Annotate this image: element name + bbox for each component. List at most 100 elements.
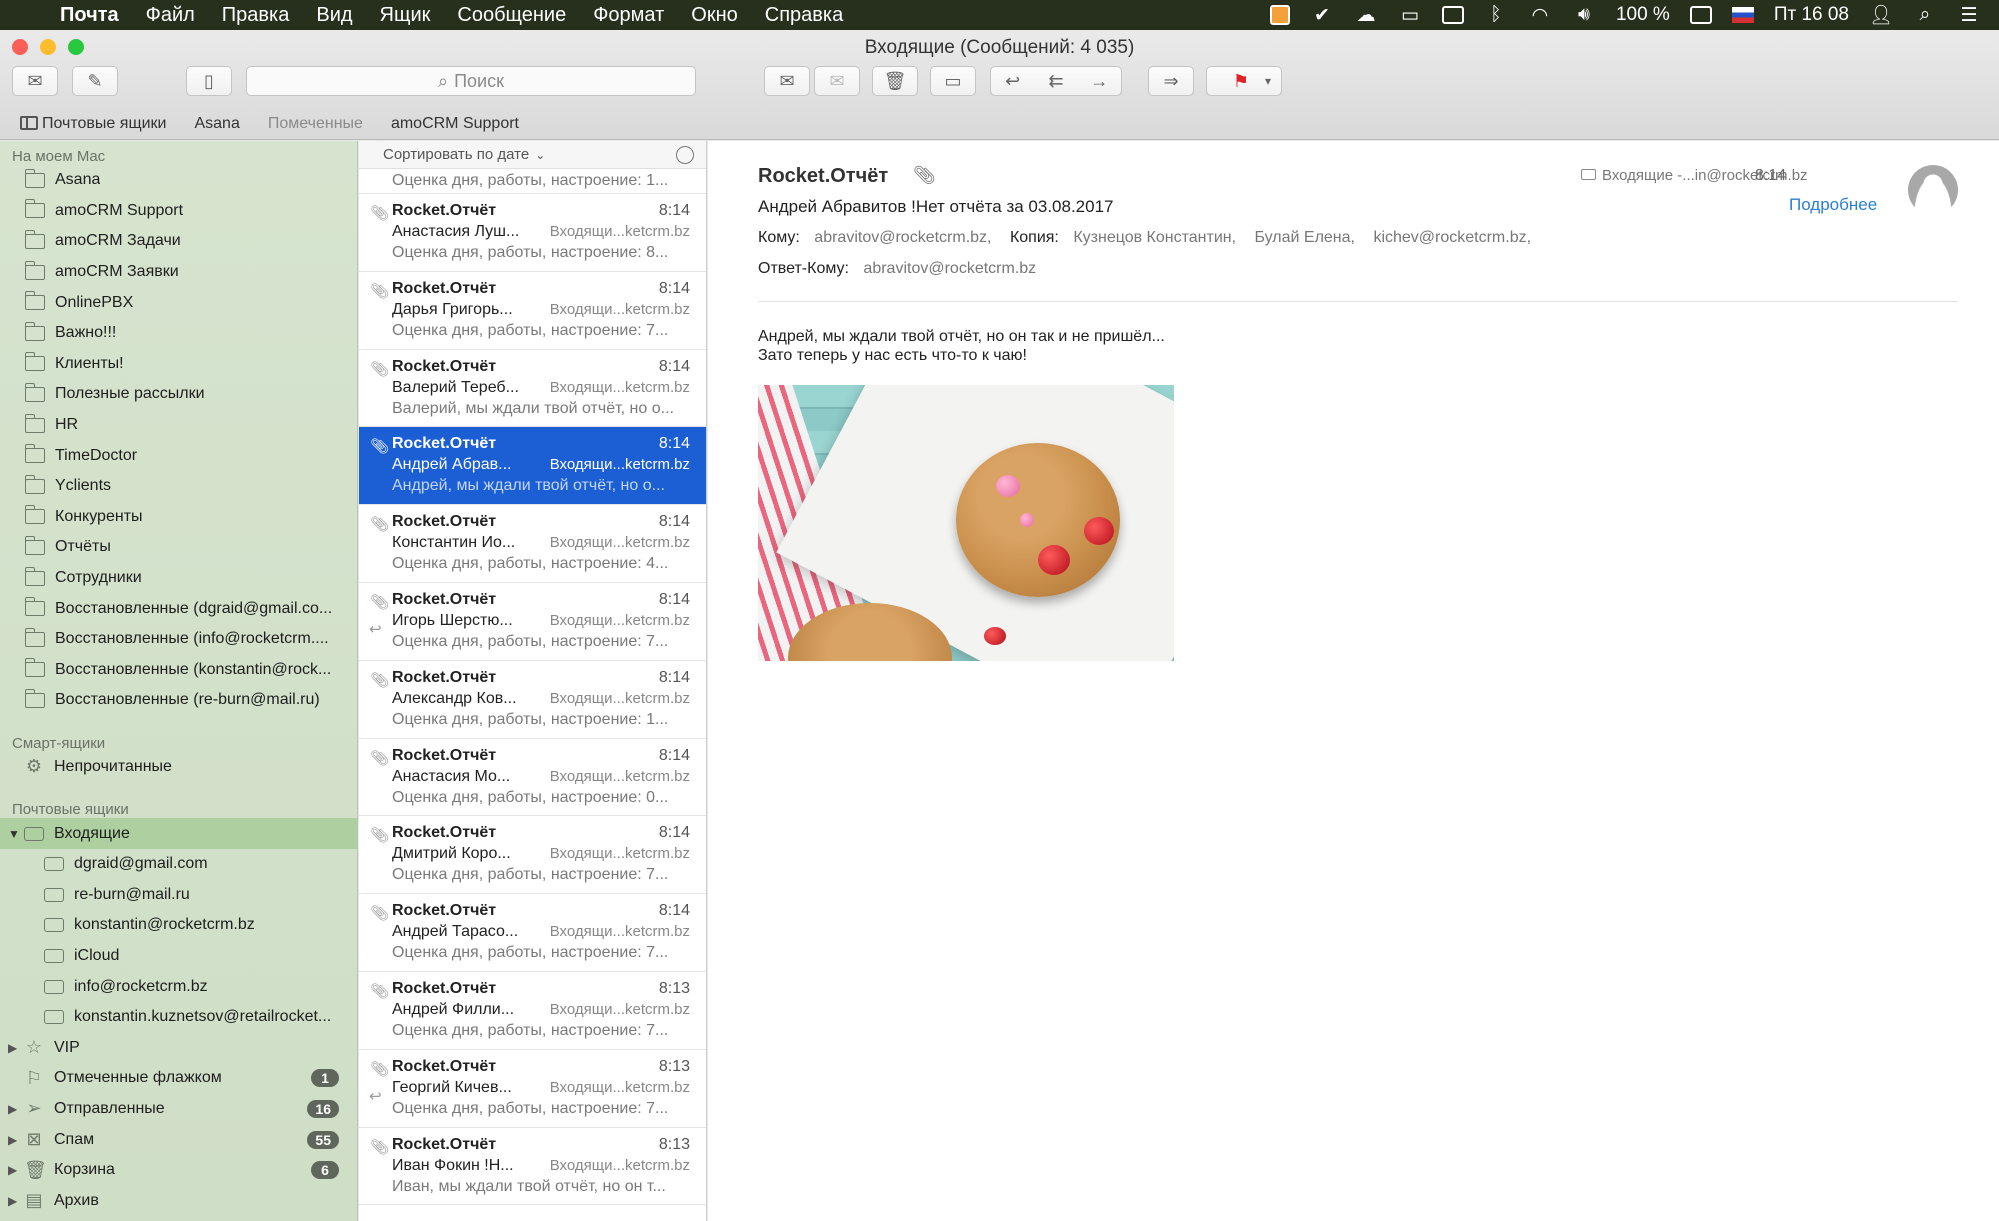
- sidebar-folder-item[interactable]: Asana: [0, 165, 357, 196]
- flag-button[interactable]: ⚑ ▾: [1206, 66, 1282, 96]
- sidebar-folder-item[interactable]: TimeDoctor: [0, 440, 357, 471]
- menu-view[interactable]: Вид: [316, 4, 352, 27]
- sidebar-inbox-account[interactable]: dgraid@gmail.com: [0, 849, 357, 880]
- disclosure-triangle-icon[interactable]: ▼: [8, 827, 20, 841]
- input-language-icon[interactable]: [1731, 7, 1754, 23]
- sidebar-item-trash[interactable]: ▶ 🗑︎ Корзина 6: [0, 1155, 357, 1186]
- disclosure-triangle-icon[interactable]: ▶: [8, 1194, 20, 1208]
- reply-icon[interactable]: ↩: [991, 71, 1034, 92]
- cc-recipient[interactable]: Кузнецов Константин,: [1073, 229, 1236, 246]
- cc-recipient[interactable]: Булай Елена,: [1254, 229, 1355, 246]
- sidebar-item-vip[interactable]: ▶ ☆ VIP: [0, 1032, 357, 1063]
- toggle-sidebar-button[interactable]: ▯: [186, 66, 232, 96]
- sidebar-inbox-account[interactable]: info@rocketcrm.bz: [0, 971, 357, 1002]
- sidebar-inbox-account[interactable]: konstantin@rocketcrm.bz: [0, 910, 357, 941]
- wifi-icon[interactable]: ◠: [1528, 5, 1552, 26]
- menu-app[interactable]: Почта: [60, 4, 119, 27]
- forward-icon[interactable]: →: [1078, 71, 1121, 92]
- sidebar-folder-item[interactable]: Клиенты!: [0, 349, 357, 380]
- junk-button[interactable]: ✉: [814, 66, 860, 96]
- reply-to-address[interactable]: abravitov@rocketcrm.bz: [863, 260, 1036, 277]
- table-row[interactable]: 📎︎ Rocket.Отчёт 8:14 Дмитрий Коро... Входящи…: [359, 816, 706, 895]
- get-mail-button[interactable]: ✉: [12, 66, 58, 96]
- app-status-icon[interactable]: [1269, 5, 1290, 25]
- filter-icon[interactable]: [676, 146, 694, 164]
- sidebar-folder-item[interactable]: OnlinePBX: [0, 287, 357, 318]
- sidebar-folder-item[interactable]: Важно!!!: [0, 318, 357, 349]
- sidebar-folder-item[interactable]: Конкуренты: [0, 502, 357, 533]
- notification-center-icon[interactable]: ☰: [1957, 5, 1981, 26]
- cookie-photo[interactable]: [758, 385, 1174, 661]
- favorite-flagged[interactable]: Помеченные: [268, 115, 363, 133]
- attachment-icon[interactable]: 📎︎: [913, 165, 936, 186]
- table-row[interactable]: 📎︎ Rocket.Отчёт 8:14 Анастасия Луш... Входящ…: [359, 194, 706, 272]
- menu-help[interactable]: Справка: [765, 4, 843, 27]
- sidebar-folder-item[interactable]: Yclients: [0, 471, 357, 502]
- disclosure-triangle-icon[interactable]: ▶: [8, 1102, 20, 1116]
- chevron-down-icon[interactable]: ▾: [1265, 74, 1271, 88]
- sidebar-item-archive[interactable]: ▶ ▤ Архив: [0, 1185, 357, 1216]
- table-row[interactable]: 📎︎ ↩ Rocket.Отчёт 8:14 Игорь Шерстю... Входящ…: [359, 583, 706, 661]
- table-row[interactable]: 📎︎ Rocket.Отчёт 8:14 Константин Ио... Входящ…: [359, 505, 706, 583]
- sidebar-inbox-account[interactable]: re-burn@mail.ru: [0, 879, 357, 910]
- sidebar-folder-item[interactable]: amoCRM Задачи: [0, 226, 357, 257]
- battery-icon[interactable]: [1689, 6, 1712, 24]
- disclosure-triangle-icon[interactable]: ▶: [8, 1041, 20, 1055]
- menu-file[interactable]: Файл: [146, 4, 195, 27]
- delete-button[interactable]: 🗑︎: [872, 66, 918, 96]
- spotlight-search-icon[interactable]: ⌕: [1913, 4, 1937, 25]
- table-row[interactable]: 📎︎ Rocket.Отчёт 8:14 Дарья Григорь... Входящ…: [359, 272, 706, 350]
- sidebar-folder-item[interactable]: Восстановленные (dgraid@gmail.co...: [0, 593, 357, 624]
- favorites-mailboxes[interactable]: Почтовые ящики: [20, 115, 166, 133]
- details-link[interactable]: Подробнее: [1789, 195, 1877, 215]
- menu-format[interactable]: Формат: [593, 4, 664, 27]
- sidebar-item-sent[interactable]: ▶ ➢ Отправленные 16: [0, 1094, 357, 1125]
- menu-window[interactable]: Окно: [691, 4, 737, 27]
- list-item[interactable]: Оценка дня, работы, настроение: 1...: [359, 169, 706, 194]
- sidebar-folder-item[interactable]: Восстановленные (konstantin@rock...: [0, 655, 357, 686]
- sidebar-folder-item[interactable]: Отчёты: [0, 532, 357, 563]
- disclosure-triangle-icon[interactable]: ▶: [8, 1133, 20, 1147]
- disclosure-triangle-icon[interactable]: ▶: [8, 1163, 20, 1177]
- table-row[interactable]: 📎︎ ↩ Rocket.Отчёт 8:13 Георгий Кичев... Входя…: [359, 1050, 706, 1128]
- redirect-button[interactable]: ⇒: [1148, 66, 1194, 96]
- sidebar-inbox-account[interactable]: iCloud: [0, 941, 357, 972]
- user-icon[interactable]: 👤︎: [1869, 5, 1893, 26]
- sidebar-folder-item[interactable]: Восстановленные (re-burn@mail.ru): [0, 685, 357, 716]
- search-input[interactable]: ⌕ Поиск: [246, 66, 696, 96]
- display-icon[interactable]: [1441, 6, 1464, 24]
- table-row[interactable]: 📎︎ Rocket.Отчёт 8:14 Александр Ков... Входящ…: [359, 661, 706, 739]
- archive-button[interactable]: ▭: [930, 66, 976, 96]
- cloud-icon[interactable]: ☁: [1354, 5, 1378, 26]
- favorite-asana[interactable]: Asana: [194, 115, 239, 133]
- menu-edit[interactable]: Правка: [222, 4, 290, 27]
- sidebar-folder-item[interactable]: Восстановленные (info@rocketcrm....: [0, 624, 357, 655]
- sidebar-folder-item[interactable]: Сотрудники: [0, 563, 357, 594]
- table-row[interactable]: 📎︎ Rocket.Отчёт 8:13 Андрей Филли... Входящи…: [359, 972, 706, 1050]
- table-row[interactable]: 📎︎ Rocket.Отчёт 8:14 Андрей Абрав... Входящи…: [359, 427, 706, 506]
- sidebar-item-flagged[interactable]: ⚐ Отмеченные флажком 1: [0, 1063, 357, 1094]
- reply-all-icon[interactable]: ⇇: [1034, 71, 1077, 92]
- cc-recipient[interactable]: kichev@rocketcrm.bz,: [1373, 229, 1531, 246]
- sidebar-inbox-account[interactable]: konstantin.kuznetsov@retailrocket...: [0, 1002, 357, 1033]
- table-row[interactable]: 📎︎ Rocket.Отчёт 8:14 Валерий Тереб... Входящ…: [359, 350, 706, 428]
- volume-icon[interactable]: 🔊︎: [1572, 4, 1596, 25]
- sidebar-folder-item[interactable]: amoCRM Заявки: [0, 257, 357, 288]
- table-row[interactable]: 📎︎ Rocket.Отчёт 8:14 Анастасия Мо... Входящи…: [359, 739, 706, 817]
- menu-mailbox[interactable]: Ящик: [380, 4, 431, 27]
- to-address[interactable]: abravitov@rocketcrm.bz,: [814, 229, 991, 246]
- sidebar-item-inbox[interactable]: ▼ Входящие: [0, 818, 357, 849]
- check-circle-icon[interactable]: ✔: [1310, 5, 1334, 26]
- sidebar-folder-item[interactable]: HR: [0, 410, 357, 441]
- clock[interactable]: Пт 16 08: [1774, 4, 1849, 26]
- mark-unread-button[interactable]: ✉: [764, 66, 810, 96]
- menu-message[interactable]: Сообщение: [457, 4, 566, 27]
- sort-menu[interactable]: Сортировать по дате ⌄: [359, 141, 706, 169]
- battery-percent[interactable]: 100 %: [1616, 4, 1670, 26]
- table-row[interactable]: 📎︎ Rocket.Отчёт 8:14 Андрей Тарасо... Входящ…: [359, 894, 706, 972]
- table-row[interactable]: 📎︎ Rocket.Отчёт 8:13 Иван Фокин !Н... Входящ…: [359, 1128, 706, 1206]
- bluetooth-icon[interactable]: ᛒ: [1484, 4, 1508, 25]
- sidebar-folder-item[interactable]: Полезные рассылки: [0, 379, 357, 410]
- sidebar-folder-item[interactable]: amoCRM Support: [0, 196, 357, 227]
- sidebar-item-unread[interactable]: ⚙ Непрочитанные: [0, 752, 357, 783]
